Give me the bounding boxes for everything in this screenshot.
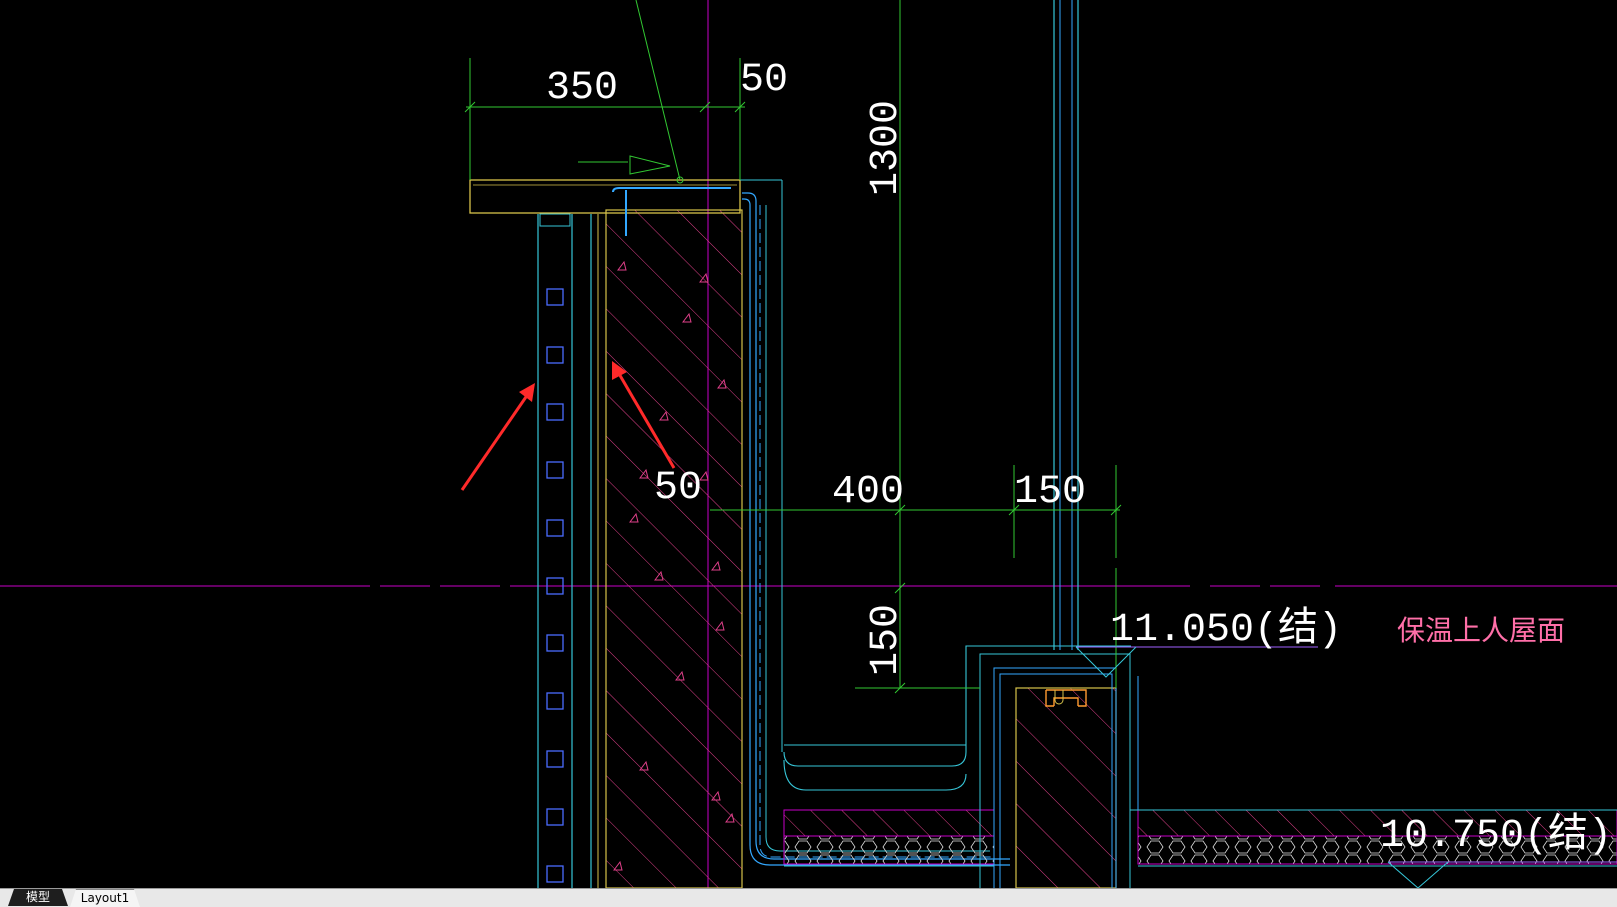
dim-350: 350: [546, 66, 618, 111]
elevation-11050: 11.050(结): [1110, 606, 1342, 653]
roof-type-label: 保温上人屋面: [1397, 614, 1565, 647]
axis-line: [0, 0, 1617, 888]
roof-slab-left: [783, 809, 995, 867]
facade-panel: [537, 213, 599, 888]
layout-tab-bar: 模型 Layout1: [0, 888, 1617, 907]
dim-400: 400: [832, 470, 904, 515]
tab-layout1[interactable]: Layout1: [70, 889, 140, 907]
dim-150-horizontal: 150: [1014, 470, 1086, 515]
dim-150-vertical: 150: [864, 604, 909, 676]
dim-50-top: 50: [740, 58, 788, 103]
upstand-column: [979, 0, 1131, 888]
tab-model[interactable]: 模型: [8, 889, 68, 906]
parapet-wall: [605, 209, 743, 888]
annotation-arrow-left: [460, 393, 530, 491]
dim-50-mid: 50: [654, 466, 702, 511]
elevation-10750: 10.750(结): [1380, 812, 1612, 859]
cad-drawing-canvas[interactable]: 350 50 1300 50 400 150 150 11.050(结) 10.…: [0, 0, 1617, 888]
dim-1300: 1300: [864, 100, 909, 196]
